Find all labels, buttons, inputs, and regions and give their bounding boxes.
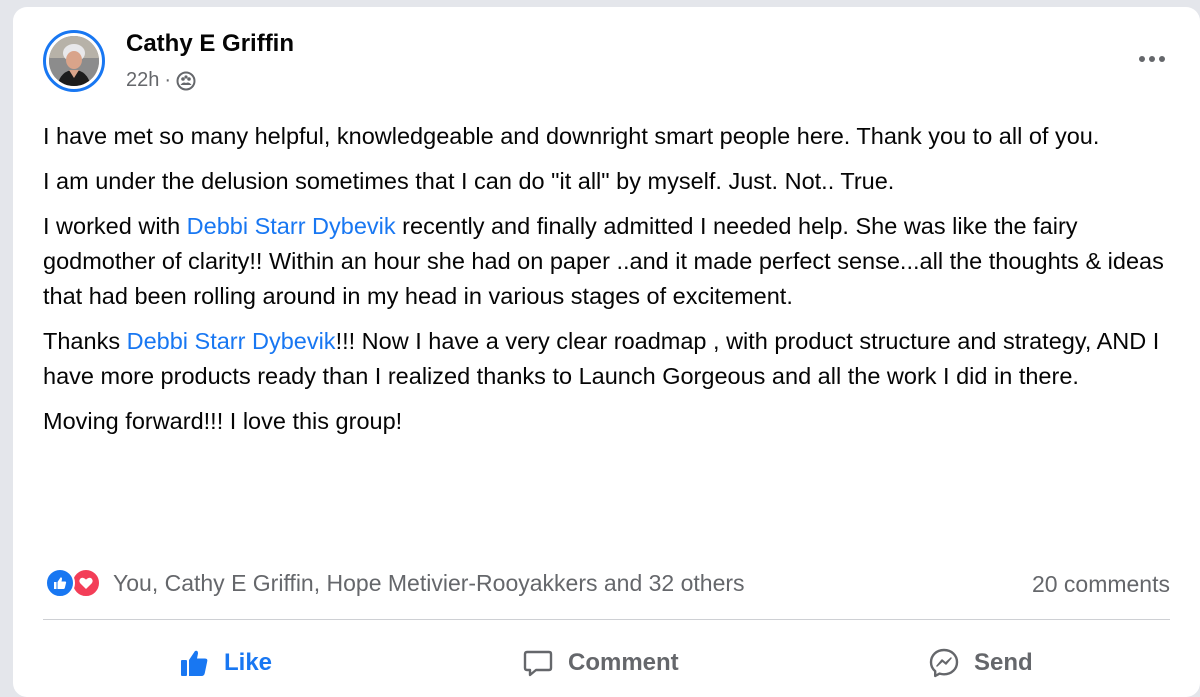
post-paragraph: Moving forward!!! I love this group! <box>43 408 403 434</box>
profile-photo <box>49 36 99 86</box>
like-button[interactable]: Like <box>178 640 272 686</box>
author-name[interactable]: Cathy E Griffin <box>126 30 294 58</box>
like-label: Like <box>224 649 273 676</box>
post-body: I have met so many helpful, knowledgeabl… <box>43 119 1183 449</box>
meta-separator: · <box>164 69 172 91</box>
post-paragraph: Thanks Debbi Starr Dybevik!!! Now I have… <box>43 324 1183 394</box>
reactors-text[interactable]: You, Cathy E Griffin, Hope Metivier-Rooy… <box>113 570 745 597</box>
comment-icon <box>522 647 554 679</box>
text-segment: I worked with <box>43 213 187 239</box>
more-horizontal-icon <box>1139 56 1145 62</box>
text-segment: Thanks <box>43 328 127 354</box>
mention-link[interactable]: Debbi Starr Dybevik <box>187 213 396 239</box>
comments-count[interactable]: 20 comments <box>1032 571 1170 598</box>
post-timestamp[interactable]: 22h <box>126 69 159 92</box>
group-icon[interactable] <box>176 71 196 91</box>
post-paragraph: I have met so many helpful, knowledgeabl… <box>43 123 1100 149</box>
love-reaction-icon <box>71 568 101 598</box>
comment-label: Comment <box>568 649 679 676</box>
comment-button[interactable]: Comment <box>522 640 679 686</box>
thumbs-up-icon <box>178 647 210 679</box>
post-paragraph: I worked with Debbi Starr Dybevik recent… <box>43 209 1183 314</box>
divider <box>43 619 1170 620</box>
mention-link[interactable]: Debbi Starr Dybevik <box>127 328 336 354</box>
avatar[interactable] <box>43 30 105 92</box>
like-reaction-icon <box>45 568 75 598</box>
messenger-icon <box>928 647 960 679</box>
send-button[interactable]: Send <box>928 640 1033 686</box>
more-dot <box>1149 56 1155 62</box>
post-card: Cathy E Griffin 22h · I have met so many… <box>13 7 1200 697</box>
post-meta: 22h · <box>126 69 196 92</box>
send-label: Send <box>974 649 1033 676</box>
more-dot <box>1159 56 1165 62</box>
reactions-summary[interactable]: You, Cathy E Griffin, Hope Metivier-Rooy… <box>45 568 745 598</box>
post-paragraph: I am under the delusion sometimes that I… <box>43 168 895 194</box>
more-options-button[interactable] <box>1132 45 1172 73</box>
